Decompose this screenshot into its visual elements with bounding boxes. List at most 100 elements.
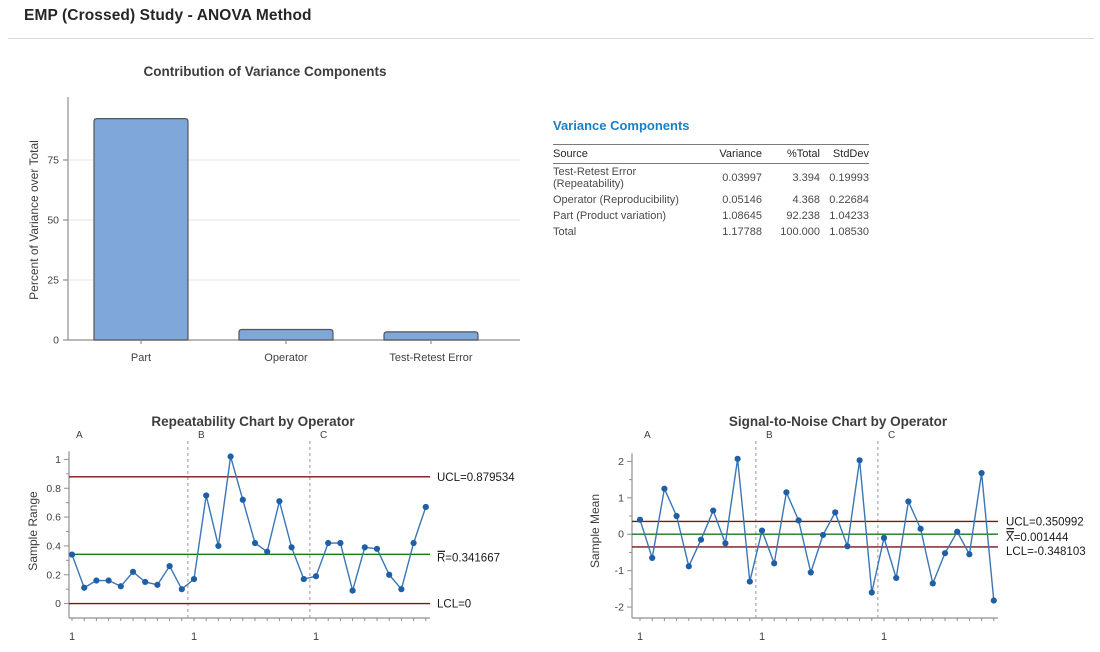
- operator-section-label: C: [320, 430, 327, 441]
- cell-value: 1.08530: [820, 224, 869, 240]
- data-point: [93, 577, 99, 583]
- data-point: [106, 577, 112, 583]
- ucl-label: UCL=0.350992: [1006, 516, 1084, 528]
- variance-table-header: SourceVariance%TotalStdDev: [553, 145, 869, 164]
- x-axis-section-label: 1: [191, 631, 197, 643]
- cell-value: 1.08645: [705, 208, 762, 224]
- y-tick-label: 0: [55, 598, 61, 610]
- data-point: [386, 572, 392, 578]
- data-point: [118, 583, 124, 589]
- variance-table-body: Test-Retest Error (Repeatability)0.03997…: [553, 164, 869, 241]
- operator-section-label: B: [198, 430, 205, 441]
- table-row: Operator (Reproducibility)0.051464.3680.…: [553, 192, 869, 208]
- data-point: [893, 575, 899, 581]
- data-point: [398, 586, 404, 592]
- data-point: [686, 563, 692, 569]
- y-tick-label: 50: [47, 215, 59, 227]
- table-header-row: SourceVariance%TotalStdDev: [553, 145, 869, 164]
- lcl-label: LCL=-0.348103: [1006, 546, 1086, 558]
- data-point: [289, 544, 295, 550]
- data-point: [966, 551, 972, 557]
- data-point: [191, 576, 197, 582]
- column-header: StdDev: [820, 145, 869, 164]
- data-point: [954, 529, 960, 535]
- data-point: [808, 569, 814, 575]
- data-point: [81, 585, 87, 591]
- data-point: [735, 456, 741, 462]
- data-point: [154, 582, 160, 588]
- data-point: [979, 470, 985, 476]
- bar: [239, 330, 333, 340]
- data-point: [783, 489, 789, 495]
- column-header: Variance: [705, 145, 762, 164]
- report-page: EMP (Crossed) Study - ANOVA Method Contr…: [0, 0, 1100, 652]
- y-tick-label: 0: [53, 335, 59, 347]
- center-line-label: R=0.341667: [437, 552, 500, 564]
- data-point: [637, 517, 643, 523]
- data-point: [167, 563, 173, 569]
- table-row: Test-Retest Error (Repeatability)0.03997…: [553, 164, 869, 193]
- y-tick-label: -2: [615, 602, 624, 614]
- variance-components-heading: Variance Components: [553, 118, 883, 133]
- data-point: [374, 546, 380, 552]
- x-axis-section-label: 1: [759, 631, 765, 643]
- data-point: [69, 551, 75, 557]
- variance-components-section: Variance Components SourceVariance%Total…: [553, 118, 883, 240]
- y-tick-label: 0.8: [46, 483, 61, 495]
- x-axis-section-label: 1: [313, 631, 319, 643]
- data-point: [820, 532, 826, 538]
- lcl-label: LCL=0: [437, 599, 471, 611]
- data-point: [710, 507, 716, 513]
- data-point: [130, 569, 136, 575]
- x-axis-section-label: 1: [637, 631, 643, 643]
- data-point: [881, 535, 887, 541]
- data-point: [796, 517, 802, 523]
- chart-title: Contribution of Variance Components: [143, 64, 386, 79]
- cell-value: 92.238: [762, 208, 820, 224]
- chart-title: Signal-to-Noise Chart by Operator: [729, 414, 948, 429]
- data-point: [649, 555, 655, 561]
- repeatability-chart: Repeatability Chart by OperatorSample Ra…: [24, 405, 554, 652]
- data-point: [240, 497, 246, 503]
- data-points: [637, 456, 997, 604]
- x-axis-section-label: 1: [69, 631, 75, 643]
- cell-source: Operator (Reproducibility): [553, 192, 705, 208]
- y-tick-label: 2: [618, 456, 624, 468]
- data-point: [142, 579, 148, 585]
- y-tick-label: 75: [47, 155, 59, 167]
- cell-value: 0.19993: [820, 164, 869, 193]
- y-tick-label: -1: [615, 565, 624, 577]
- data-point: [747, 578, 753, 584]
- data-point: [301, 576, 307, 582]
- data-point: [869, 589, 875, 595]
- data-point: [203, 492, 209, 498]
- y-axis-label: Percent of Variance over Total: [27, 140, 41, 300]
- title-divider: [8, 38, 1094, 39]
- cell-value: 1.17788: [705, 224, 762, 240]
- y-tick-label: 0.6: [46, 512, 61, 524]
- cell-value: 0.05146: [705, 192, 762, 208]
- page-title: EMP (Crossed) Study - ANOVA Method: [24, 7, 312, 25]
- y-axis-label: Sample Range: [26, 491, 40, 571]
- data-point: [905, 498, 911, 504]
- data-point: [674, 513, 680, 519]
- table-row: Total1.17788100.0001.08530: [553, 224, 869, 240]
- variance-contribution-bar-chart: Contribution of Variance Components Perce…: [24, 55, 540, 385]
- data-point: [930, 580, 936, 586]
- y-tick-label: 0: [618, 529, 624, 541]
- data-point: [179, 586, 185, 592]
- column-header: Source: [553, 145, 705, 164]
- data-series-line: [640, 459, 994, 601]
- cell-source: Test-Retest Error (Repeatability): [553, 164, 705, 193]
- ucl-label: UCL=0.879534: [437, 472, 515, 484]
- cell-value: 3.394: [762, 164, 820, 193]
- y-tick-label: 1: [618, 492, 624, 504]
- y-tick-label: 25: [47, 275, 59, 287]
- data-point: [942, 550, 948, 556]
- data-point: [276, 498, 282, 504]
- category-label: Operator: [264, 352, 308, 364]
- y-tick-label: 1: [55, 454, 61, 466]
- data-point: [337, 540, 343, 546]
- data-point: [661, 486, 667, 492]
- data-point: [991, 597, 997, 603]
